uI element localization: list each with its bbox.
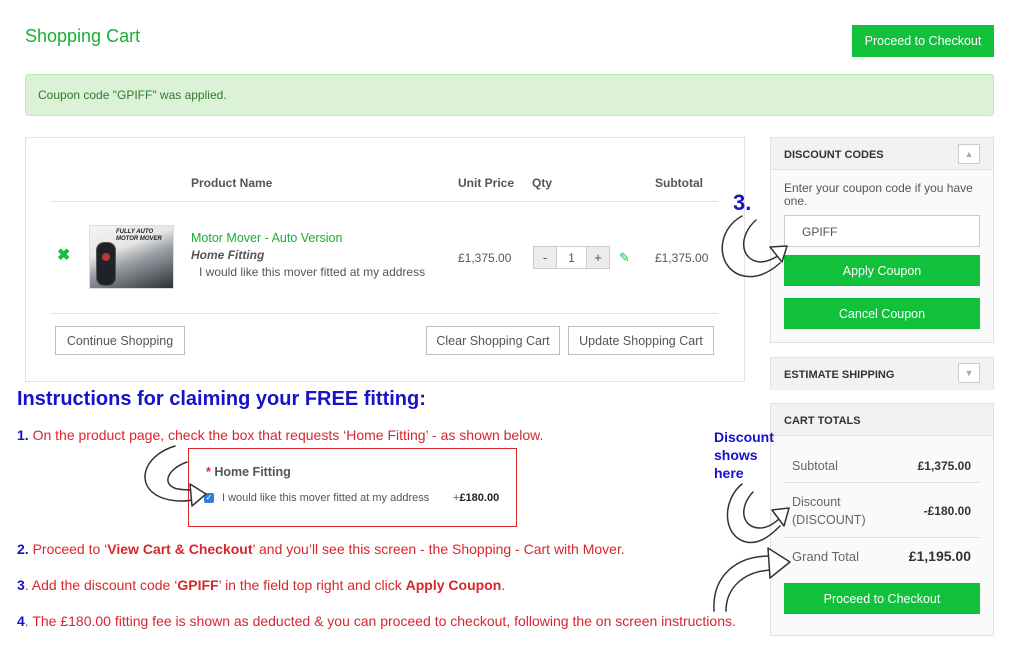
page-title: Shopping Cart	[25, 26, 141, 46]
remove-item-icon[interactable]: ✖	[57, 245, 70, 265]
instruction-step-4: 4. The £180.00 fitting fee is shown as d…	[17, 613, 736, 629]
home-fitting-label-text: Home Fitting	[214, 465, 291, 479]
discount-codes-heading[interactable]: DISCOUNT CODES ▲	[771, 138, 993, 170]
step-text: Proceed to ‘	[28, 541, 108, 557]
continue-shopping-button[interactable]: Continue Shopping	[55, 326, 185, 355]
step-text: ’ and you’ll see this screen - the Shopp…	[252, 541, 625, 557]
discount-codes-title: DISCOUNT CODES	[784, 149, 884, 161]
home-fitting-example-label: * Home Fitting	[206, 465, 291, 479]
cancel-coupon-button[interactable]: Cancel Coupon	[784, 298, 980, 329]
instruction-step-3: 3. Add the discount code ‘GPIFF’ in the …	[17, 577, 505, 593]
step-3-marker: 3.	[733, 190, 752, 215]
step-number: 4	[17, 613, 25, 629]
discount-shows-here-note: Discount shows here	[714, 428, 774, 482]
step-text: On the product page, check the box that …	[28, 427, 544, 443]
totals-discount-code-label: (DISCOUNT)	[792, 513, 866, 527]
notice-message: Coupon code "GPIFF" was applied.	[38, 88, 227, 102]
note-line: Discount	[714, 429, 774, 445]
totals-discount-label: Discount	[792, 495, 841, 509]
qty-input[interactable]: 1	[557, 246, 586, 269]
arrow-to-checkout-icon	[725, 569, 775, 612]
arrow-to-checkout-icon	[713, 555, 771, 612]
estimate-shipping-heading[interactable]: ESTIMATE SHIPPING ▼	[771, 358, 993, 390]
step-text: . Add the discount code ‘	[24, 577, 178, 593]
price-amount: £180.00	[459, 492, 500, 504]
column-header-unit-price: Unit Price	[458, 176, 515, 190]
unit-price: £1,375.00	[458, 251, 512, 265]
proceed-to-checkout-top-button[interactable]: Proceed to Checkout	[852, 25, 994, 57]
product-option-label: Home Fitting	[191, 248, 265, 262]
row-divider	[51, 313, 718, 314]
required-star: *	[206, 465, 211, 479]
step-text: ’ in the field top right and click	[218, 577, 406, 593]
product-option-value: I would like this mover fitted at my add…	[199, 265, 426, 279]
product-name-link[interactable]: Motor Mover - Auto Version	[191, 231, 342, 245]
step-number: 2.	[17, 541, 29, 557]
step-text: .	[501, 577, 506, 593]
coupon-hint: Enter your coupon code if you have one.	[784, 181, 973, 208]
column-header-subtotal: Subtotal	[655, 176, 703, 190]
estimate-shipping-panel[interactable]: ESTIMATE SHIPPING ▼	[770, 357, 994, 390]
proceed-to-checkout-button[interactable]: Proceed to Checkout	[784, 583, 980, 614]
step-bold-text: GPIFF	[177, 577, 219, 593]
step-bold-text: View Cart & Checkout	[107, 541, 253, 557]
column-header-product-name: Product Name	[191, 176, 273, 190]
note-line: shows	[714, 447, 758, 463]
home-fitting-option-price: +£180.00	[453, 492, 499, 504]
step-number: 3	[17, 577, 25, 593]
checkbox-checked-icon[interactable]: ✓	[204, 493, 214, 503]
step-bold-text: Apply Coupon	[405, 577, 502, 593]
cart-totals-heading: CART TOTALS	[771, 404, 993, 436]
estimate-shipping-title: ESTIMATE SHIPPING	[784, 369, 895, 381]
home-fitting-option-text: I would like this mover fitted at my add…	[222, 492, 430, 504]
remote-control-graphic	[96, 242, 116, 286]
instruction-step-1: 1. On the product page, check the box th…	[17, 427, 543, 443]
update-shopping-cart-button[interactable]: Update Shopping Cart	[568, 326, 714, 355]
edit-pencil-icon[interactable]: ✎	[619, 250, 630, 266]
row-subtotal: £1,375.00	[655, 251, 709, 265]
collapse-up-icon[interactable]: ▲	[958, 144, 980, 164]
instruction-step-2: 2. Proceed to ‘View Cart & Checkout’ and…	[17, 541, 625, 557]
home-fitting-example-box	[188, 448, 517, 527]
totals-subtotal-value: £1,375.00	[917, 459, 971, 473]
instructions-title: Instructions for claiming your FREE fitt…	[17, 388, 426, 410]
product-thumbnail[interactable]: FULLY AUTO MOTOR MOVER	[89, 225, 174, 289]
step-text: . The £180.00 fitting fee is shown as de…	[24, 613, 736, 629]
coupon-applied-notice: Coupon code "GPIFF" was applied.	[25, 74, 994, 116]
step-number: 1.	[17, 427, 29, 443]
clear-shopping-cart-button[interactable]: Clear Shopping Cart	[426, 326, 560, 355]
thumbnail-text: FULLY AUTO MOTOR MOVER	[116, 229, 162, 242]
note-line: here	[714, 465, 744, 481]
totals-grand-value: £1,195.00	[908, 548, 971, 564]
column-header-qty: Qty	[532, 176, 553, 190]
header-divider	[51, 201, 718, 202]
qty-increase-button[interactable]: +	[586, 246, 610, 269]
totals-divider	[784, 537, 980, 538]
totals-divider	[784, 482, 980, 483]
totals-subtotal-label: Subtotal	[792, 459, 838, 473]
coupon-code-input[interactable]: GPIFF	[784, 215, 980, 247]
qty-decrease-button[interactable]: -	[533, 246, 557, 269]
totals-grand-label: Grand Total	[792, 549, 859, 564]
expand-down-icon[interactable]: ▼	[958, 363, 980, 383]
cart-totals-title: CART TOTALS	[784, 415, 861, 427]
totals-discount-value: -£180.00	[923, 504, 971, 518]
apply-coupon-button[interactable]: Apply Coupon	[784, 255, 980, 286]
